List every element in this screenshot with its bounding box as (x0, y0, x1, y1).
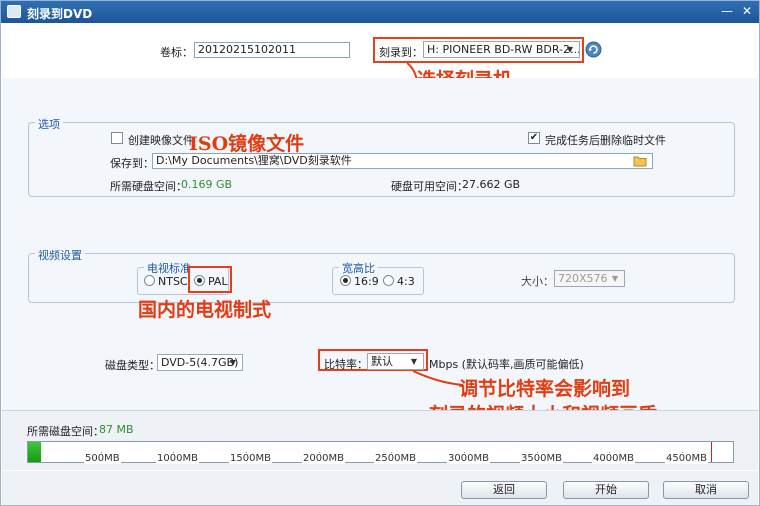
disc-space-tick-label: 500MB (84, 453, 121, 464)
disc-space-tick-label: 3500MB (520, 453, 563, 464)
create-image-label: 创建映像文件 (128, 134, 194, 147)
pal-label: PAL (208, 275, 228, 288)
disc-space-tick-label: 4000MB (592, 453, 635, 464)
chevron-down-icon: ▼ (229, 358, 237, 367)
chevron-down-icon: ▼ (611, 274, 619, 283)
disc-space-tick-label: 1000MB (156, 453, 199, 464)
chevron-down-icon: ▼ (410, 357, 418, 366)
burner-select-value: H: PIONEER BD-RW BDR-2... (427, 43, 580, 56)
volume-label: 卷标： (160, 46, 193, 59)
disc-space-tick-label: 1500MB (229, 453, 272, 464)
create-image-checkbox[interactable] (111, 132, 123, 144)
disc-space-tick-label: 2500MB (374, 453, 417, 464)
minimize-button[interactable]: — (719, 4, 735, 19)
save-to-label: 保存到： (110, 157, 154, 170)
burn-dvd-window: 刻录到DVD — ✕ 卷标： 20120215102011 刻录到： H: PI… (0, 0, 760, 506)
window-title: 刻录到DVD (27, 7, 93, 21)
burner-select[interactable]: H: PIONEER BD-RW BDR-2... ▼ (423, 41, 580, 58)
video-settings-legend: 视频设置 (35, 247, 85, 263)
aspect-169-radio[interactable] (340, 275, 351, 286)
disc-capacity-limit-line (711, 442, 712, 462)
disc-space-fill (28, 442, 41, 462)
aspect-ratio-legend: 宽高比 (339, 260, 378, 276)
app-icon (7, 5, 21, 18)
refresh-icon[interactable] (585, 41, 602, 58)
delete-temp-label: 完成任务后删除临时文件 (545, 134, 666, 147)
size-select: 720X576 ▼ (554, 270, 625, 287)
required-space-value: 0.169 GB (181, 178, 233, 191)
pal-radio[interactable] (194, 275, 205, 286)
back-button[interactable]: 返回 (461, 481, 547, 499)
available-space-label: 硬盘可用空间： (391, 180, 468, 193)
burn-to-label: 刻录到： (379, 46, 423, 59)
size-select-value: 720X576 (558, 272, 608, 285)
aspect-43-label: 4:3 (397, 275, 415, 288)
volume-input[interactable]: 20120215102011 (194, 42, 350, 58)
delete-temp-checkbox[interactable]: ✔ (528, 132, 540, 144)
close-button[interactable]: ✕ (739, 4, 755, 19)
save-path-input[interactable]: D:\My Documents\狸窝\DVD刻录软件 (152, 153, 653, 169)
bitrate-label: 比特率： (324, 358, 368, 371)
aspect-43-radio[interactable] (383, 275, 394, 286)
start-button[interactable]: 开始 (563, 481, 649, 499)
cancel-button[interactable]: 取消 (663, 481, 749, 499)
annotation-iso-image: ISO镜像文件 (189, 133, 305, 155)
chevron-down-icon: ▼ (566, 45, 574, 54)
disc-type-select[interactable]: DVD-5(4.7GB) ▼ (157, 354, 243, 371)
disc-space-tick-label: 2000MB (302, 453, 345, 464)
folder-icon[interactable] (633, 155, 648, 167)
tv-standard-legend: 电视标准 (144, 260, 194, 276)
ntsc-label: NTSC (158, 275, 188, 288)
disc-space-tick-label: 4500MB (665, 453, 708, 464)
required-space-label: 所需硬盘空间： (110, 180, 187, 193)
annotation-arrow-icon (412, 370, 464, 386)
size-label: 大小： (521, 275, 554, 288)
available-space-value: 27.662 GB (462, 178, 521, 191)
aspect-169-label: 16:9 (354, 275, 379, 288)
annotation-tv-format: 国内的电视制式 (138, 299, 272, 321)
disc-type-label: 磁盘类型： (105, 359, 160, 372)
options-legend: 选项 (35, 116, 63, 132)
ntsc-radio[interactable] (144, 275, 155, 286)
disc-space-tick-label: 3000MB (447, 453, 490, 464)
disc-space-value: 87 MB (99, 423, 134, 436)
disc-space-label: 所需磁盘空间： (27, 425, 104, 438)
annotation-bitrate-line1: 调节比特率会影响到 (459, 378, 631, 400)
title-bar[interactable]: 刻录到DVD — ✕ (1, 1, 759, 23)
bitrate-select[interactable]: 默认 ▼ (367, 353, 424, 370)
bitrate-select-value: 默认 (371, 355, 393, 368)
